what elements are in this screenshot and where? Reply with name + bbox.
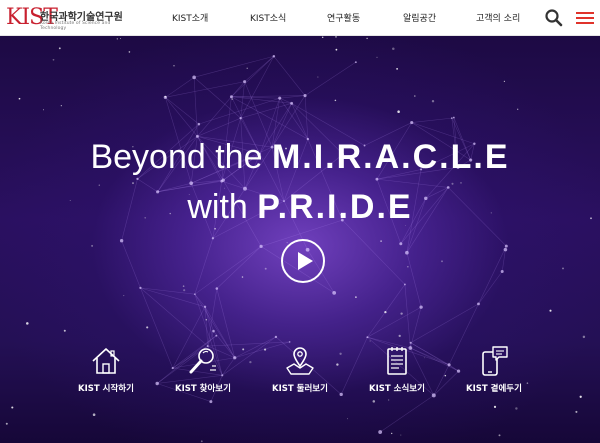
nav-item-kist-news[interactable]: KIST소식	[250, 11, 286, 24]
play-icon	[298, 252, 313, 270]
headline-line2-light: with	[187, 188, 248, 226]
quick-link-label: KIST 둘러보기	[272, 384, 328, 394]
quick-link-start[interactable]: KIST 시작하기	[61, 344, 151, 394]
nav-item-notice[interactable]: 알림공간	[403, 11, 436, 24]
hero-headline-line2: with P.R.I.D.E	[0, 188, 600, 227]
magnifier-icon	[189, 348, 216, 374]
hero-headline-line1: Beyond the M.I.R.A.C.L.E	[0, 138, 600, 177]
headline-line1-light: Beyond the	[90, 138, 263, 176]
search-button[interactable]	[544, 8, 564, 28]
kist-logo[interactable]: KIST 한국과학기술연구원 Korea Institute of Scienc…	[6, 4, 136, 32]
quick-link-news[interactable]: KIST 소식보기	[352, 344, 442, 394]
mobile-chat-icon	[482, 346, 508, 376]
house-icon	[92, 348, 120, 374]
quick-link-label: KIST 시작하기	[78, 384, 134, 394]
hamburger-menu-icon	[576, 12, 594, 14]
quick-link-label: KIST 소식보기	[369, 384, 425, 394]
nav-item-research[interactable]: 연구활동	[327, 11, 360, 24]
nav-item-customer-voice[interactable]: 고객의 소리	[476, 11, 520, 24]
headline-line1-bold: M.I.R.A.C.L.E	[271, 138, 510, 176]
nav-item-kist-intro[interactable]: KIST소개	[172, 11, 208, 24]
quick-link-label: KIST 찾아보기	[175, 384, 231, 394]
hero-banner: Beyond the M.I.R.A.C.L.E with P.R.I.D.E …	[0, 36, 600, 443]
quick-link-mobile[interactable]: KIST 곁에두기	[449, 344, 539, 394]
quick-link-search[interactable]: KIST 찾아보기	[158, 344, 248, 394]
notepad-icon	[387, 347, 407, 375]
play-video-button[interactable]	[281, 239, 325, 283]
site-header: KIST 한국과학기술연구원 Korea Institute of Scienc…	[0, 0, 600, 36]
search-icon	[545, 9, 563, 27]
menu-button[interactable]	[576, 9, 594, 27]
quick-link-tour[interactable]: KIST 둘러보기	[255, 344, 345, 394]
logo-english-name: Korea Institute of Science and Technolog…	[40, 21, 111, 31]
map-pin-icon	[286, 347, 314, 375]
headline-line2-bold: P.R.I.D.E	[257, 188, 413, 226]
quick-link-label: KIST 곁에두기	[466, 384, 522, 394]
kist-homepage: KIST 한국과학기술연구원 Korea Institute of Scienc…	[0, 0, 600, 443]
